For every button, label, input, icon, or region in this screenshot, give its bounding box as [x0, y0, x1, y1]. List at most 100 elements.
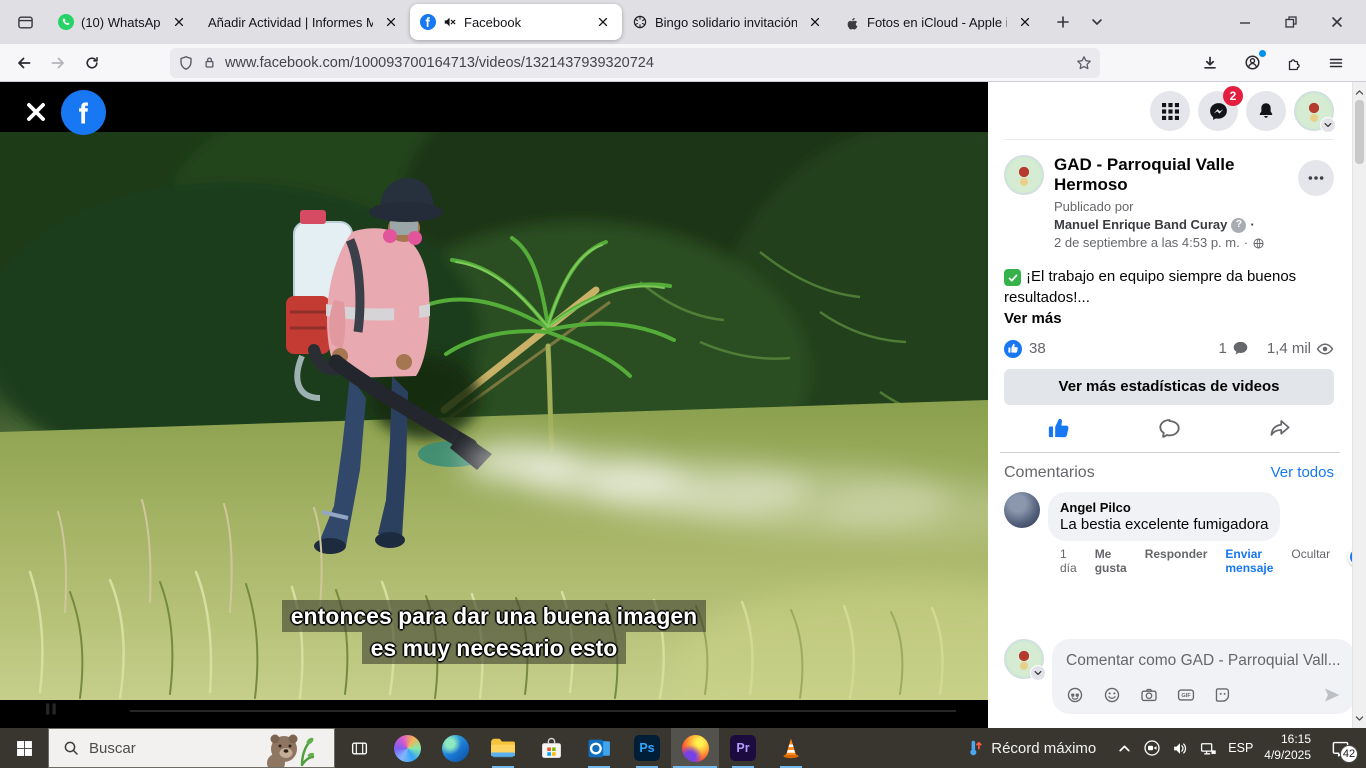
lock-icon[interactable]	[202, 55, 217, 70]
vlc-icon[interactable]	[767, 728, 815, 768]
forward-button[interactable]	[44, 49, 72, 77]
window-minimize-button[interactable]	[1222, 2, 1268, 42]
see-all-comments-link[interactable]: Ver todos	[1271, 464, 1334, 481]
new-tab-button[interactable]	[1048, 7, 1078, 37]
window-close-button[interactable]	[1314, 2, 1360, 42]
comment-reply-link[interactable]: Responder	[1145, 547, 1208, 561]
tab-muted-speaker-icon[interactable]	[443, 15, 457, 29]
task-view-button[interactable]	[335, 728, 383, 768]
tab-close-icon[interactable]	[804, 11, 826, 33]
scroll-up-icon[interactable]	[1353, 84, 1366, 100]
file-explorer-icon[interactable]	[479, 728, 527, 768]
tab-close-icon[interactable]	[168, 11, 190, 33]
page-avatar[interactable]	[1004, 155, 1044, 195]
facebook-logo[interactable]	[61, 90, 106, 135]
notifications-bell-icon[interactable]	[1246, 91, 1286, 131]
video-subtitles: entonces para dar una buena imagen es mu…	[0, 600, 988, 664]
video-player[interactable]: entonces para dar una buena imagen es mu…	[0, 82, 988, 728]
premiere-icon[interactable]: Pr	[719, 728, 767, 768]
tab-bingo-solidario[interactable]: Bingo solidario invitación	[622, 4, 834, 40]
profile-avatar[interactable]	[1294, 91, 1334, 131]
comment-bubble[interactable]: Angel Pilco La bestia excelente fumigado…	[1048, 492, 1280, 541]
comment-like-link[interactable]: Me gusta	[1095, 547, 1127, 576]
post-author[interactable]: Manuel Enrique Band Curay ? ·	[1054, 216, 1288, 234]
bing-bear-image[interactable]	[262, 729, 314, 767]
camera-icon[interactable]	[1140, 686, 1158, 704]
notification-center-icon[interactable]: 42	[1322, 728, 1358, 768]
commenter-name[interactable]: Angel Pilco	[1060, 500, 1268, 515]
weather-widget[interactable]: Récord máximo	[964, 739, 1096, 757]
comments-title: Comentarios	[1004, 464, 1095, 482]
see-more-link[interactable]: Ver más	[1004, 308, 1334, 329]
commenter-avatar[interactable]	[1004, 492, 1040, 528]
chevron-down-icon[interactable]	[1030, 665, 1046, 681]
start-button[interactable]	[0, 728, 48, 768]
comment-hide-link[interactable]: Ocultar	[1291, 547, 1330, 561]
bookmark-star-icon[interactable]	[1076, 55, 1092, 71]
tracking-shield-icon[interactable]	[178, 55, 194, 71]
page-name[interactable]: GAD - Parroquial Valle Hermoso	[1054, 155, 1288, 195]
tab-close-icon[interactable]	[592, 11, 614, 33]
send-comment-icon[interactable]	[1323, 686, 1341, 704]
extensions-puzzle-icon[interactable]	[1280, 49, 1308, 77]
page-scrollbar[interactable]	[1352, 82, 1366, 728]
tab-close-icon[interactable]	[380, 11, 402, 33]
list-all-tabs-button[interactable]	[1082, 7, 1112, 37]
tab-close-icon[interactable]	[1014, 11, 1036, 33]
downloads-icon[interactable]	[1196, 49, 1224, 77]
edge-icon[interactable]	[431, 728, 479, 768]
search-placeholder: Buscar	[89, 740, 136, 757]
firefox-view-button[interactable]	[10, 7, 40, 37]
like-button[interactable]	[1048, 417, 1071, 440]
window-restore-button[interactable]	[1268, 2, 1314, 42]
emoji-avatar-icon[interactable]	[1066, 686, 1084, 704]
video-stats-button[interactable]: Ver más estadísticas de videos	[1004, 369, 1334, 405]
firefox-icon[interactable]	[671, 728, 719, 768]
pause-icon[interactable]	[46, 703, 57, 715]
tab-anadir-actividad[interactable]: Añadir Actividad | Informes Mens	[198, 4, 410, 40]
post-options-icon[interactable]	[1298, 160, 1334, 196]
window-controls	[1222, 2, 1360, 42]
taskbar-clock[interactable]: 16:15 4/9/2025	[1264, 732, 1311, 763]
url-text[interactable]: www.facebook.com/100093700164713/videos/…	[225, 55, 1068, 71]
emoji-icon[interactable]	[1103, 686, 1121, 704]
copilot-icon[interactable]	[383, 728, 431, 768]
messenger-icon[interactable]: 2	[1198, 91, 1238, 131]
language-indicator[interactable]: ESP	[1228, 741, 1253, 755]
outlook-icon[interactable]	[575, 728, 623, 768]
video-close-icon[interactable]	[22, 98, 50, 126]
post-date[interactable]: 2 de septiembre a las 4:53 p. m. ·	[1054, 234, 1288, 252]
like-reaction-icon[interactable]	[1004, 340, 1022, 358]
comment-input[interactable]: Comentar como GAD - Parroquial Vall... G…	[1052, 639, 1355, 714]
comment-time[interactable]: 1 día	[1060, 547, 1077, 576]
meet-now-icon[interactable]	[1143, 739, 1161, 757]
scrollbar-thumb[interactable]	[1355, 100, 1364, 164]
tab-whatsapp[interactable]: (10) WhatsApp Business	[48, 4, 198, 40]
app-menu-icon[interactable]	[1322, 49, 1350, 77]
like-count[interactable]: 38	[1029, 340, 1046, 357]
reload-button[interactable]	[78, 49, 106, 77]
sticker-icon[interactable]	[1214, 686, 1232, 704]
comment-button[interactable]	[1158, 417, 1181, 440]
gif-icon[interactable]: GIF	[1177, 686, 1195, 704]
network-icon[interactable]	[1200, 740, 1217, 757]
back-button[interactable]	[10, 49, 38, 77]
microsoft-store-icon[interactable]	[527, 728, 575, 768]
address-bar[interactable]: www.facebook.com/100093700164713/videos/…	[170, 48, 1100, 78]
video-progress-bar[interactable]	[130, 710, 956, 712]
speaker-icon[interactable]	[1172, 740, 1189, 757]
taskbar-search[interactable]: Buscar	[48, 728, 335, 768]
account-icon[interactable]	[1238, 49, 1266, 77]
share-button[interactable]	[1268, 417, 1291, 440]
tab-icloud-fotos[interactable]: Fotos en iCloud - Apple iClou	[834, 4, 1044, 40]
scroll-down-icon[interactable]	[1353, 710, 1366, 726]
comment-send-message-link[interactable]: Enviar mensaje	[1225, 547, 1273, 576]
comment-count[interactable]: 1	[1218, 340, 1226, 357]
photoshop-icon[interactable]: Ps	[623, 728, 671, 768]
view-count[interactable]: 1,4 mil	[1267, 340, 1311, 357]
tab-facebook-active[interactable]: Facebook	[410, 4, 622, 40]
thermometer-icon	[964, 739, 982, 757]
apps-grid-icon[interactable]	[1150, 91, 1190, 131]
composer-avatar[interactable]	[1004, 639, 1044, 679]
show-hidden-icons-chevron[interactable]	[1117, 741, 1132, 756]
